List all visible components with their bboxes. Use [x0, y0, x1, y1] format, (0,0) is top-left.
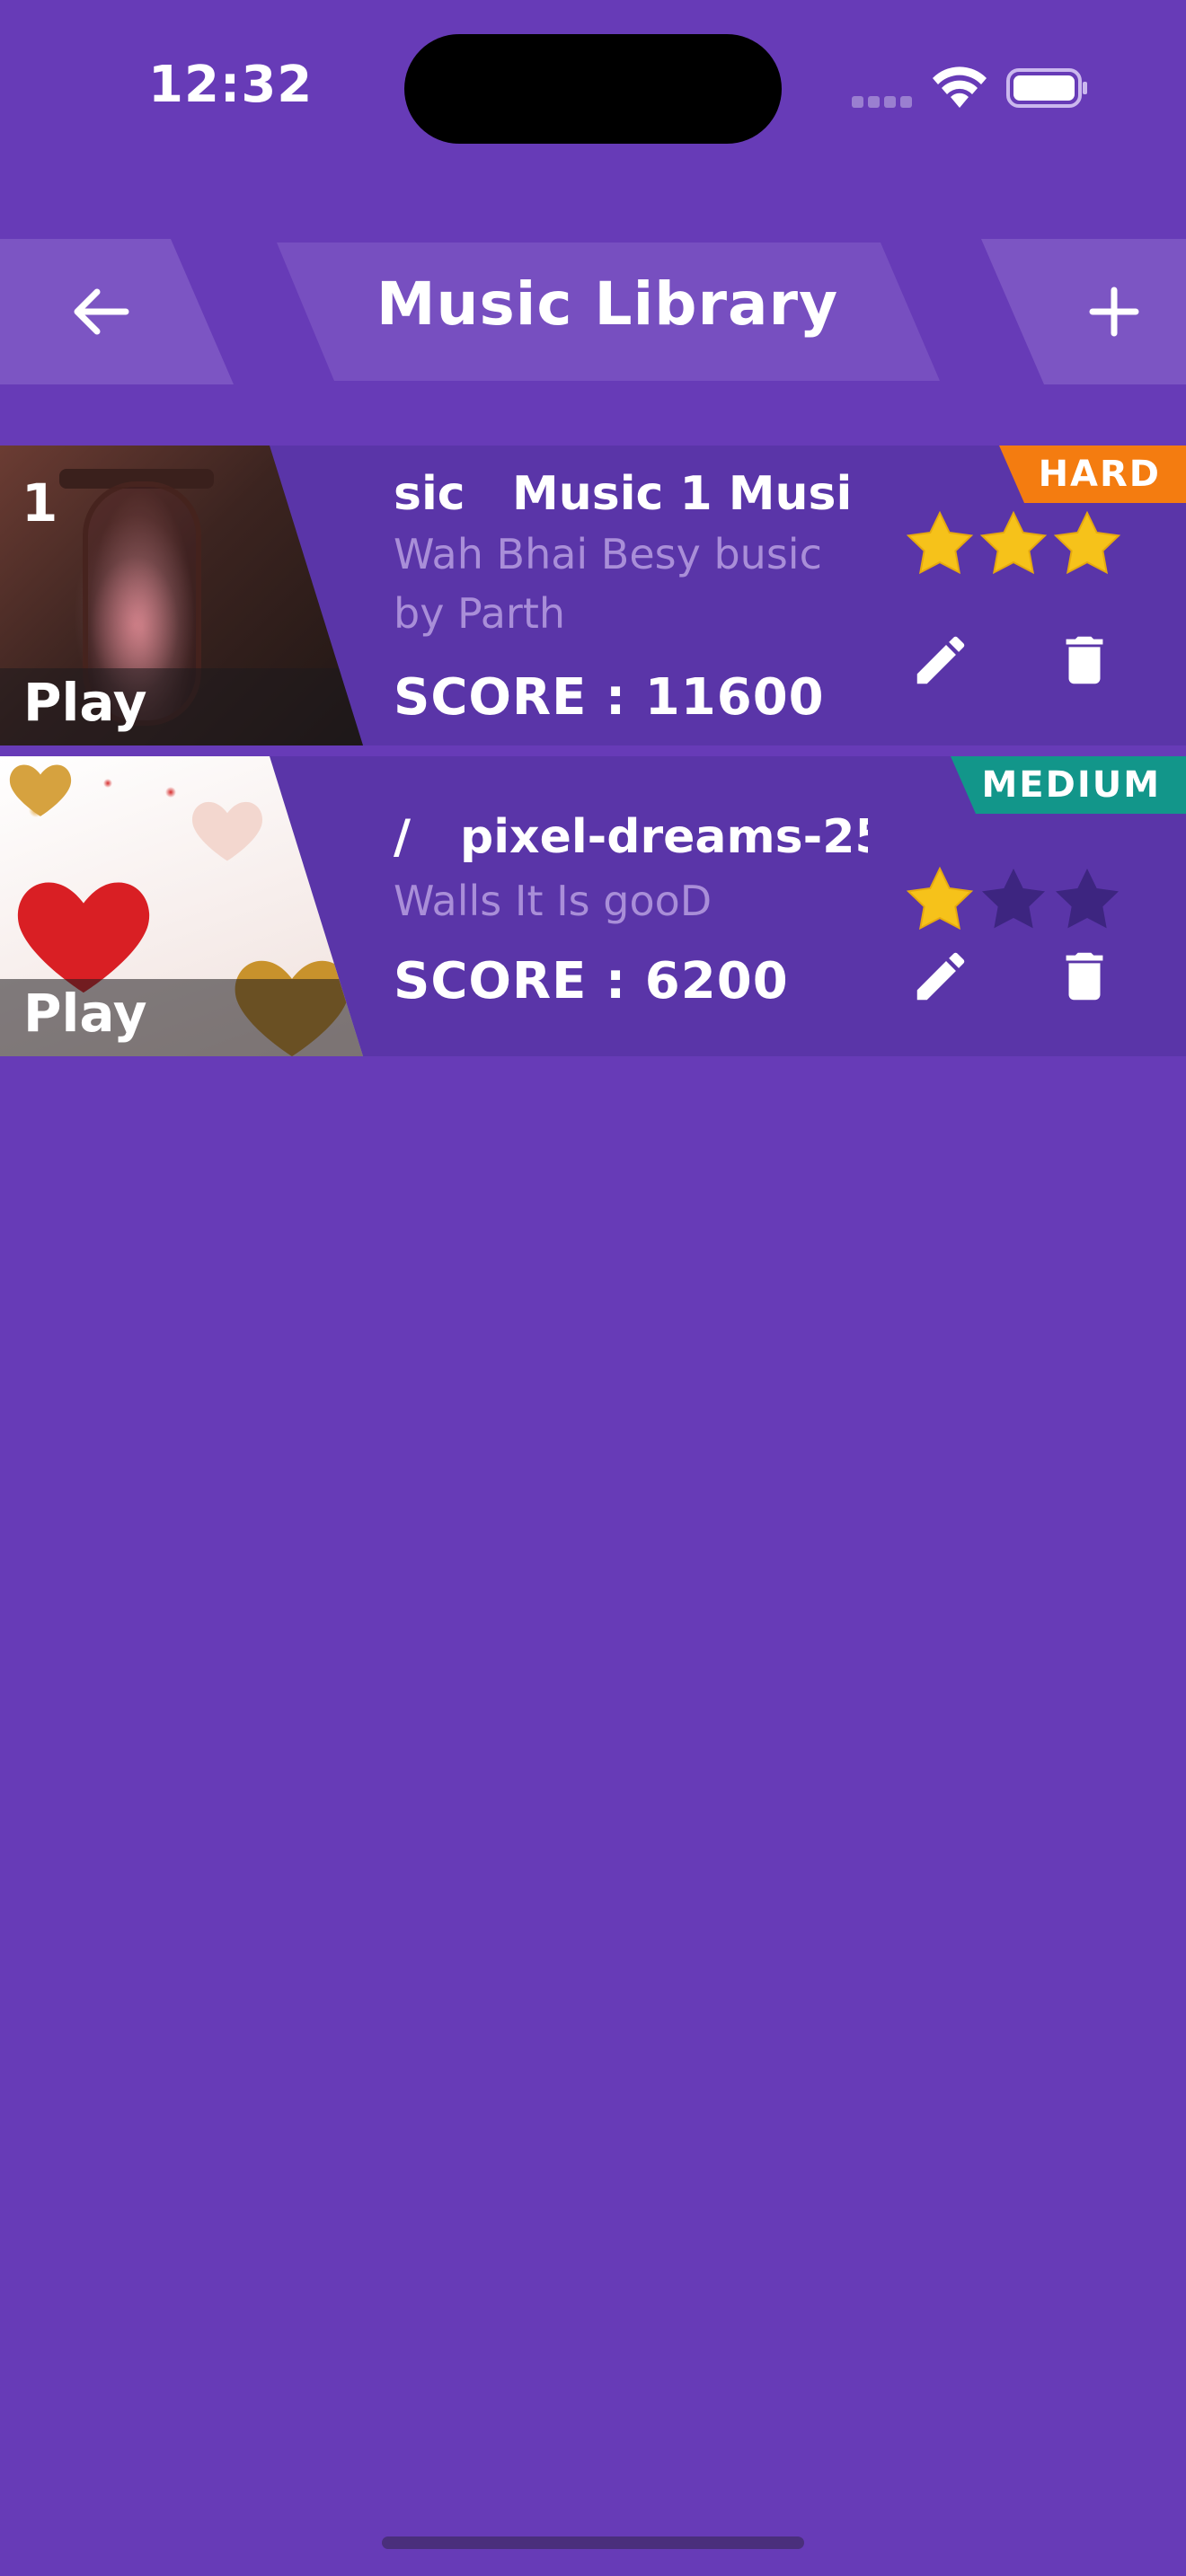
- song-card[interactable]: 1 Play sic Music 1 Musi b Wah Bhai Besy …: [0, 446, 1186, 745]
- edit-button[interactable]: [900, 936, 981, 1017]
- add-button[interactable]: [1076, 274, 1152, 349]
- wifi-icon: [933, 66, 987, 108]
- pencil-icon: [916, 636, 965, 684]
- star-filled-icon: [979, 510, 1048, 575]
- song-score: SCORE : 6200: [394, 952, 789, 1010]
- song-title: Music 1 Musi b: [512, 467, 868, 521]
- page-title: Music Library: [376, 269, 839, 339]
- play-button[interactable]: Play: [23, 672, 147, 733]
- status-time: 12:32: [148, 56, 314, 114]
- song-subtitle: Walls It Is gooD: [394, 877, 712, 925]
- delete-button[interactable]: [1044, 620, 1125, 701]
- song-title: pixel-dreams-25: [460, 810, 868, 864]
- difficulty-badge: MEDIUM: [951, 756, 1186, 814]
- song-card[interactable]: Play / pixel-dreams-25 Walls It Is gooD …: [0, 756, 1186, 1056]
- battery-icon: [1006, 68, 1087, 108]
- star-filled-icon: [906, 510, 974, 575]
- star-filled-icon: [906, 866, 974, 931]
- edit-button[interactable]: [900, 620, 981, 701]
- delete-button[interactable]: [1044, 936, 1125, 1017]
- home-indicator[interactable]: [382, 2536, 804, 2549]
- heart-icon: [191, 801, 263, 861]
- song-title-tail: sic: [394, 467, 465, 521]
- back-button[interactable]: [63, 274, 138, 349]
- star-empty-icon: [982, 869, 1045, 929]
- song-title-tail: /: [394, 810, 411, 864]
- song-score: SCORE : 11600: [394, 668, 825, 727]
- star-empty-icon: [1056, 869, 1119, 929]
- song-title-marquee: sic Music 1 Musi b: [394, 462, 868, 525]
- plus-icon: [1089, 287, 1139, 337]
- song-subtitle: Wah Bhai Besy busic by Parth: [394, 530, 822, 638]
- song-index: 1: [22, 472, 58, 534]
- play-button[interactable]: Play: [23, 983, 147, 1044]
- pencil-icon: [916, 952, 965, 1001]
- difficulty-badge: HARD: [999, 446, 1186, 503]
- dynamic-island: [404, 34, 782, 144]
- star-filled-icon: [1053, 510, 1121, 575]
- trash-icon: [1066, 636, 1103, 684]
- song-title-marquee: / pixel-dreams-25: [394, 805, 868, 868]
- trash-icon: [1066, 952, 1103, 1001]
- arrow-left-icon: [74, 288, 129, 335]
- heart-icon: [9, 764, 72, 816]
